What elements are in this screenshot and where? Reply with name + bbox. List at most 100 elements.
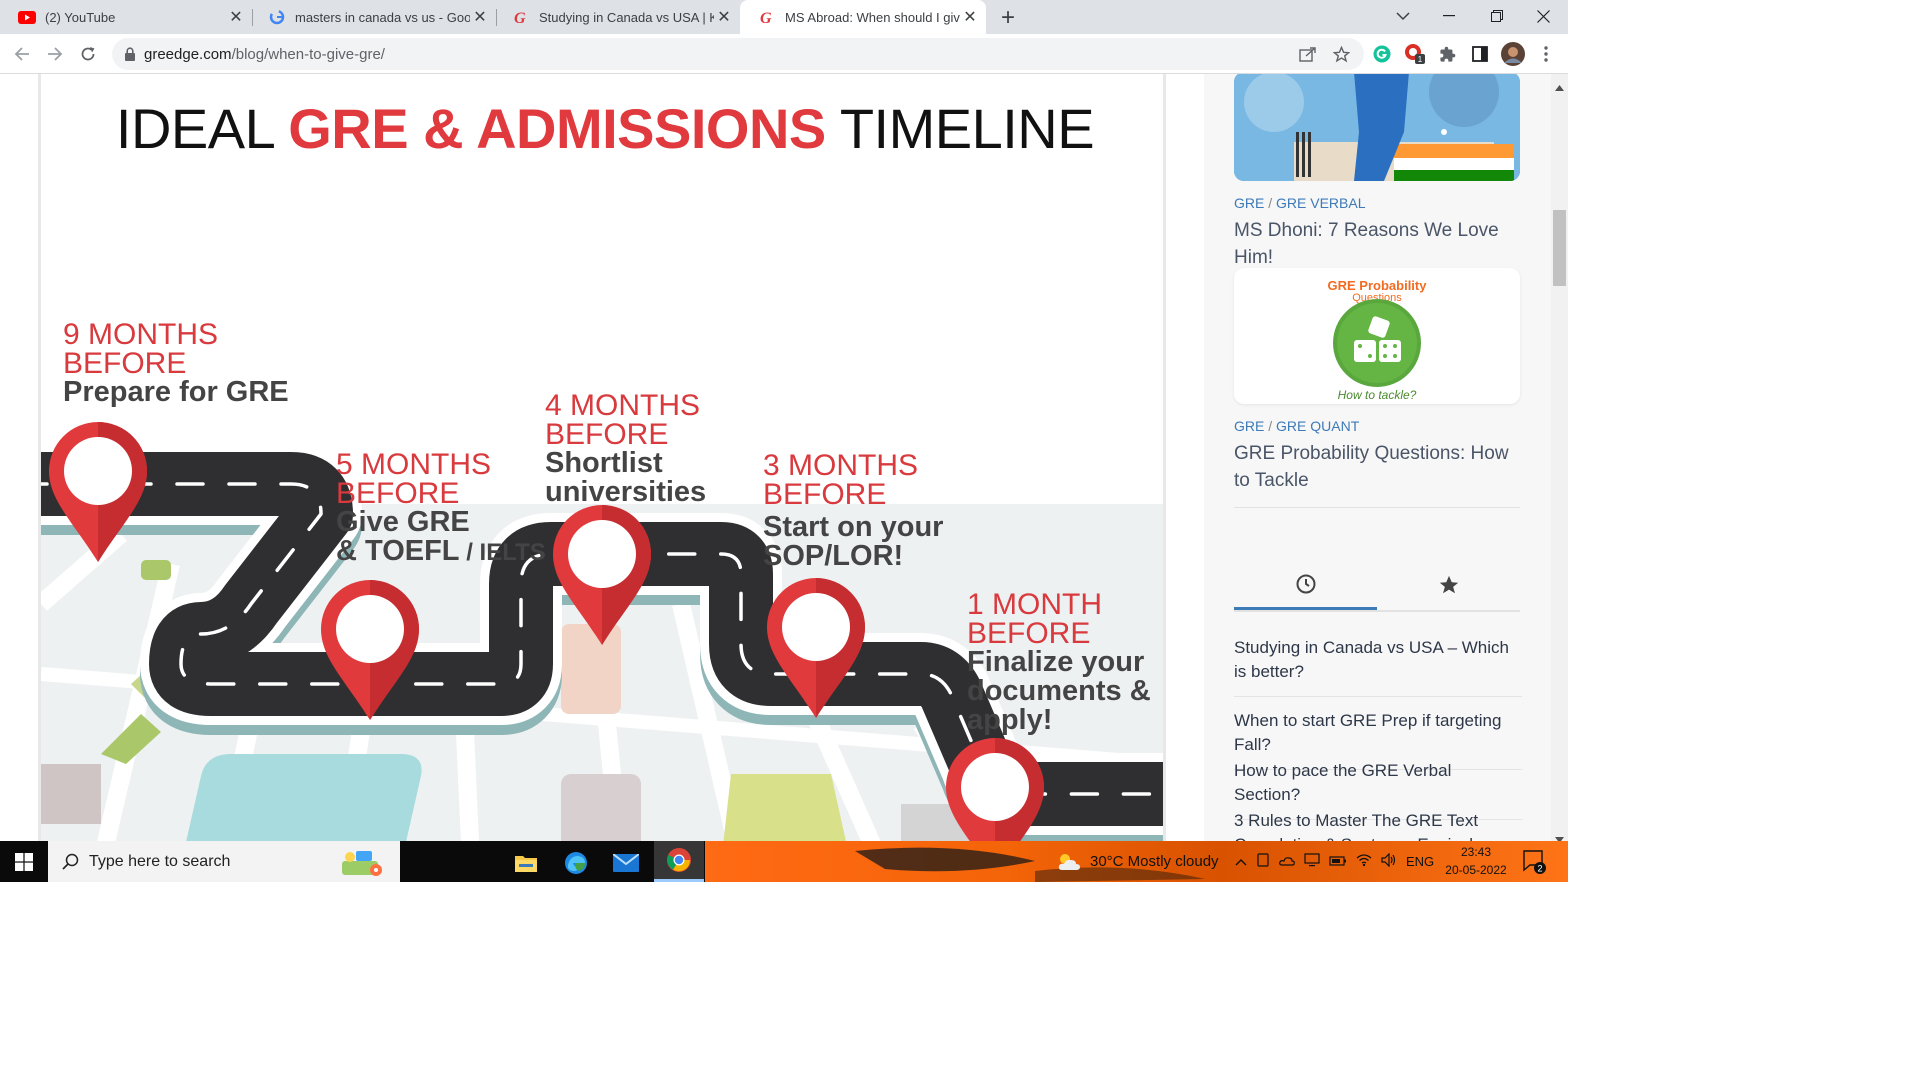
scroll-down-icon[interactable]: [1555, 830, 1564, 841]
notification-icon[interactable]: 2: [1522, 849, 1546, 875]
recent-post-item[interactable]: Studying in Canada vs USA – Which is bet…: [1234, 636, 1522, 697]
infographic-title: IDEAL GRE & ADMISSIONS TIMELINE: [41, 96, 1163, 161]
category-link[interactable]: GRE QUANT: [1276, 418, 1359, 434]
mail-icon[interactable]: [602, 845, 650, 880]
stage-task: & TOEFL: [336, 535, 460, 567]
stage-9-months: 9 MONTHS BEFORE Prepare for GRE: [63, 320, 289, 407]
title-highlight: GRE & ADMISSIONS: [288, 97, 826, 160]
bookmark-star-icon[interactable]: [1327, 40, 1355, 68]
restore-icon[interactable]: [1474, 0, 1520, 32]
stage-task: Prepare for GRE: [63, 376, 289, 408]
side-panel-icon[interactable]: [1466, 40, 1494, 68]
category-link[interactable]: GRE: [1234, 195, 1264, 211]
stage-task: Shortlist: [545, 447, 663, 479]
post2-title[interactable]: GRE Probability Questions: How to Tackle: [1234, 440, 1524, 494]
forward-icon[interactable]: [41, 40, 69, 68]
tab-popular[interactable]: [1377, 560, 1520, 610]
new-tab-button[interactable]: +: [994, 4, 1022, 32]
sidebar: GRE / GRE VERBAL MS Dhoni: 7 Reasons We …: [1204, 74, 1552, 841]
clock-time: 23:43: [1460, 845, 1492, 859]
share-icon[interactable]: [1294, 40, 1322, 68]
taskbar-search[interactable]: Type here to search: [48, 841, 400, 882]
grammarly-icon[interactable]: [1368, 40, 1396, 68]
file-explorer-icon[interactable]: [502, 845, 550, 880]
stage-when: BEFORE: [545, 418, 669, 451]
tab-studying-canada[interactable]: G Studying in Canada vs USA | Kno ✕: [494, 0, 740, 34]
display-icon[interactable]: [1304, 852, 1320, 871]
post2-categories: GRE / GRE QUANT: [1234, 418, 1360, 434]
clock[interactable]: 23:43 20-05-2022: [1440, 843, 1512, 879]
dhoni-thumbnail[interactable]: [1234, 74, 1520, 181]
tab-search-icon[interactable]: [1380, 0, 1426, 32]
close-tab-icon[interactable]: ✕: [714, 7, 734, 27]
address-bar[interactable]: greedge.com/blog/when-to-give-gre/: [112, 38, 1364, 70]
lock-icon[interactable]: [124, 47, 136, 61]
stage-when: BEFORE: [336, 477, 460, 510]
title-suffix: TIMELINE: [825, 97, 1095, 160]
onedrive-icon[interactable]: [1279, 853, 1295, 870]
extension-badge: 1: [1418, 55, 1423, 64]
tab-title: masters in canada vs us - Google: [295, 9, 470, 25]
language-indicator[interactable]: ENG: [1406, 854, 1434, 869]
close-tab-icon[interactable]: ✕: [470, 7, 490, 27]
recent-post-item[interactable]: 3 Rules to Master The GRE Text Completio…: [1234, 809, 1522, 841]
weather-widget[interactable]: 30°C Mostly cloudy: [1056, 841, 1219, 882]
stage-when: 5 MONTHS: [336, 448, 492, 481]
device-icon[interactable]: [1256, 852, 1270, 871]
chrome-menu-icon[interactable]: [1532, 40, 1560, 68]
search-icon: [62, 853, 79, 870]
page-scrollbar[interactable]: [1551, 74, 1568, 841]
greedge-icon: G: [512, 8, 530, 26]
stage-task: SOP/LOR!: [763, 540, 904, 572]
stage-3-months: 3 MONTHS BEFORE Start on your SOP/LOR!: [763, 451, 943, 571]
stage-when: 1 MONTH: [967, 588, 1102, 621]
scroll-up-icon[interactable]: [1555, 78, 1564, 96]
web-page: IDEAL GRE & ADMISSIONS TIMELINE 9 MONTHS…: [0, 74, 1568, 841]
extensions-puzzle-icon[interactable]: [1433, 40, 1461, 68]
tab-ms-abroad[interactable]: G MS Abroad: When should I give ✕: [740, 0, 986, 34]
chevron-up-icon[interactable]: [1235, 853, 1247, 870]
volume-icon[interactable]: [1381, 852, 1397, 871]
stage-when: BEFORE: [63, 347, 187, 380]
post1-title[interactable]: MS Dhoni: 7 Reasons We Love Him!: [1234, 217, 1524, 271]
dice-icon: [1333, 299, 1421, 387]
tab-strip: (2) YouTube ✕ masters in canada vs us - …: [0, 0, 1568, 34]
probability-thumbnail[interactable]: GRE Probability Questions How to tackle?: [1234, 268, 1520, 404]
battery-icon[interactable]: [1329, 853, 1347, 870]
notification-count: 2: [1537, 864, 1542, 874]
stage-task: Finalize your: [967, 646, 1145, 678]
minimize-icon[interactable]: [1426, 0, 1472, 32]
close-window-icon[interactable]: [1520, 0, 1566, 32]
tab-google[interactable]: masters in canada vs us - Google ✕: [250, 0, 496, 34]
url-domain: greedge.com: [144, 45, 232, 63]
edge-icon[interactable]: [552, 845, 600, 880]
stage-task: Start on your: [763, 511, 944, 543]
thumb-title: GRE Probability: [1327, 278, 1427, 293]
google-icon: [268, 8, 286, 26]
post1-categories: GRE / GRE VERBAL: [1234, 195, 1366, 211]
clock-icon: [1296, 574, 1315, 593]
search-placeholder: Type here to search: [89, 852, 231, 870]
category-link[interactable]: GRE: [1234, 418, 1264, 434]
start-button[interactable]: [0, 841, 48, 882]
stage-task-small: / IELTS: [459, 539, 546, 566]
tab-youtube[interactable]: (2) YouTube ✕: [0, 0, 252, 34]
chrome-taskbar-icon[interactable]: [654, 841, 704, 882]
windows-taskbar: Type here to search 30°C Mostly cloudy E…: [0, 841, 1568, 882]
tab-recent[interactable]: [1234, 560, 1377, 610]
close-tab-icon[interactable]: ✕: [226, 7, 246, 27]
back-icon[interactable]: [8, 40, 36, 68]
title-prefix: IDEAL: [115, 97, 289, 160]
divider: [1234, 507, 1520, 508]
cloud-sun-icon: [1056, 852, 1082, 872]
scrollbar-thumb[interactable]: [1553, 210, 1566, 286]
close-tab-icon[interactable]: ✕: [960, 7, 980, 27]
stage-task: universities: [545, 476, 707, 508]
extension-alert-icon[interactable]: 1: [1401, 40, 1429, 68]
stage-task: apply!: [967, 704, 1053, 736]
profile-avatar[interactable]: [1499, 40, 1527, 68]
reload-icon[interactable]: [74, 40, 102, 68]
category-link[interactable]: GRE VERBAL: [1276, 195, 1365, 211]
wifi-icon[interactable]: [1356, 853, 1372, 871]
stage-5-months: 5 MONTHS BEFORE Give GRE & TOEFL / IELTS: [336, 450, 546, 567]
